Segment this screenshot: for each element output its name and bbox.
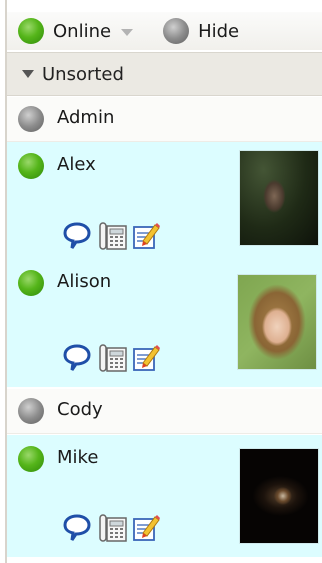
contact-row-mike[interactable]: Mike xyxy=(7,435,322,557)
contact-row-cody[interactable]: Cody xyxy=(7,389,322,434)
contact-row-admin[interactable]: Admin xyxy=(7,97,322,142)
online-status-icon xyxy=(18,270,44,296)
status-dropdown[interactable]: Online xyxy=(18,18,134,44)
hide-label: Hide xyxy=(198,20,240,42)
online-status-icon xyxy=(18,18,44,44)
contact-name: Alex xyxy=(57,154,96,175)
status-label: Online xyxy=(53,20,112,42)
group-label: Unsorted xyxy=(42,63,124,85)
triangle-down-icon[interactable] xyxy=(22,70,34,78)
contact-name: Admin xyxy=(57,107,115,128)
speech-bubble-icon[interactable] xyxy=(61,221,93,251)
contact-avatar xyxy=(237,274,317,370)
speech-bubble-icon[interactable] xyxy=(61,343,93,373)
speech-bubble-icon[interactable] xyxy=(61,513,93,543)
note-pencil-icon[interactable] xyxy=(131,343,161,373)
note-pencil-icon[interactable] xyxy=(131,221,161,251)
offline-status-icon xyxy=(18,398,44,424)
contact-list-window: Online Hide Unsorted Admin Alex Alison C… xyxy=(0,0,322,563)
contact-row-alex[interactable]: Alex xyxy=(7,142,322,259)
hide-status-icon xyxy=(163,18,190,44)
online-status-icon xyxy=(18,153,44,179)
contact-actions xyxy=(61,342,161,374)
contact-name: Alison xyxy=(57,271,112,292)
contact-actions xyxy=(61,512,161,544)
contact-actions xyxy=(61,220,161,252)
contact-row-alison[interactable]: Alison xyxy=(7,259,322,387)
hide-button[interactable]: Hide xyxy=(163,18,239,44)
contact-avatar xyxy=(239,448,319,544)
contact-name: Cody xyxy=(57,399,103,420)
contact-avatar xyxy=(239,150,319,246)
caret-down-icon xyxy=(121,28,134,36)
note-pencil-icon[interactable] xyxy=(131,513,161,543)
phone-icon[interactable] xyxy=(97,512,129,544)
group-header-unsorted[interactable]: Unsorted xyxy=(7,52,322,96)
contact-name: Mike xyxy=(57,447,99,468)
status-toolbar: Online Hide xyxy=(7,12,322,50)
phone-icon[interactable] xyxy=(97,342,129,374)
offline-status-icon xyxy=(18,106,44,132)
phone-icon[interactable] xyxy=(97,220,129,252)
online-status-icon xyxy=(18,446,44,472)
